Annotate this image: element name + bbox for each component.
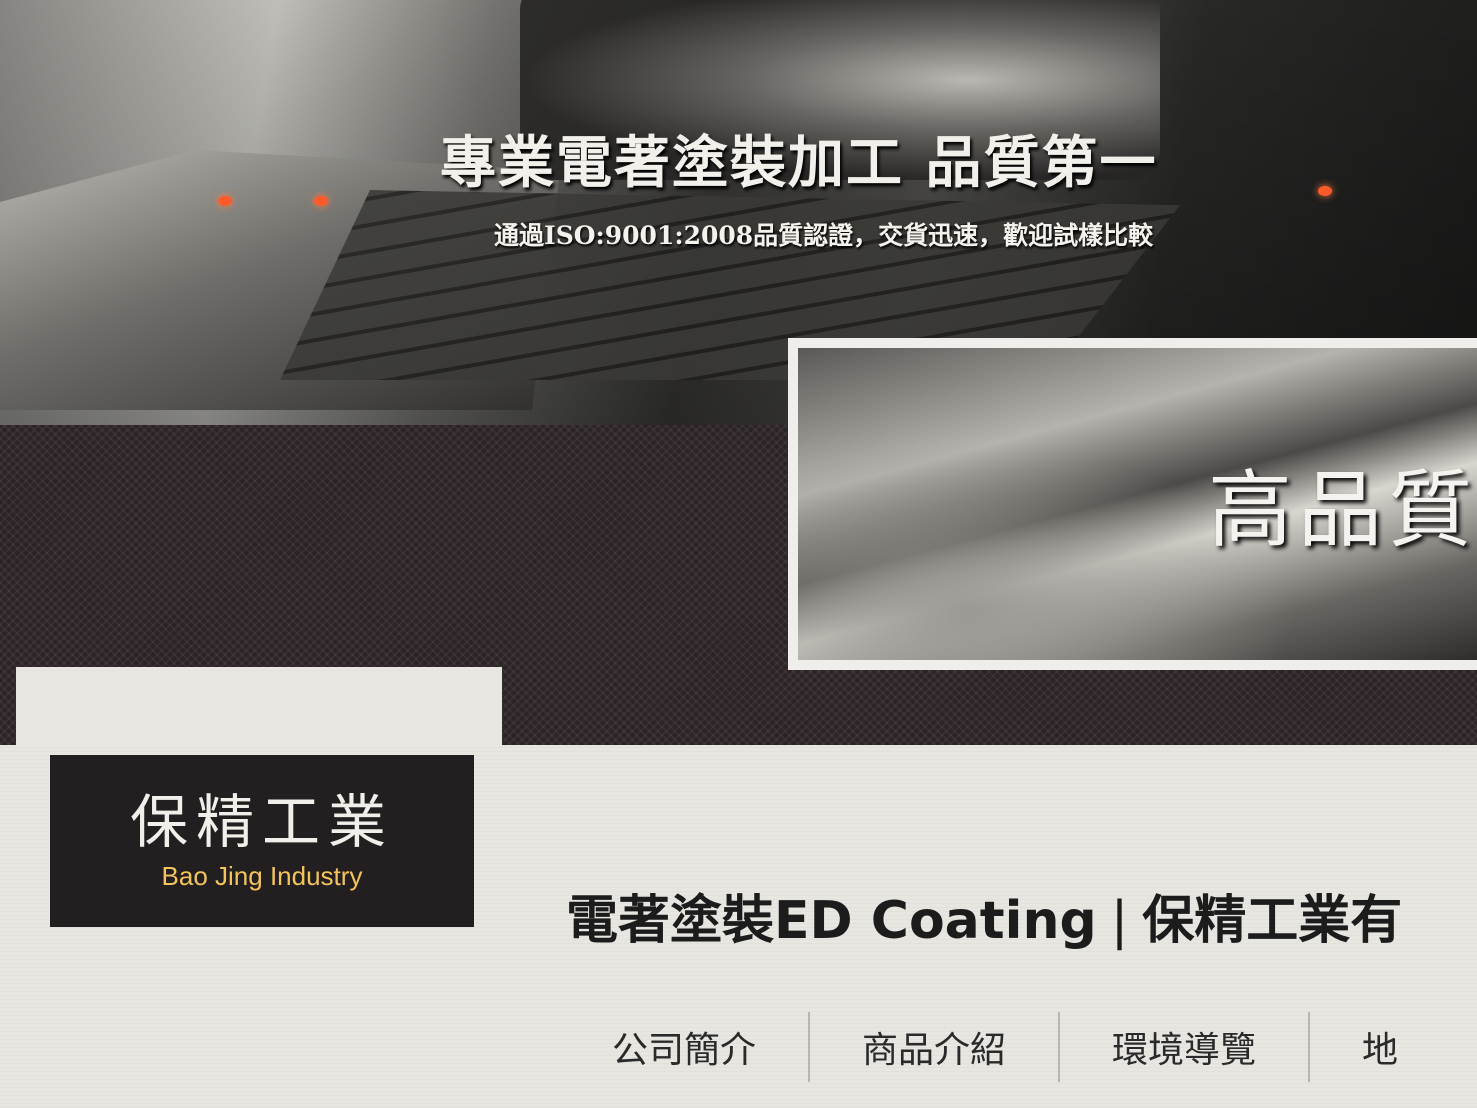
inset-photo: 高品質 — [798, 348, 1477, 660]
inset-text: 高品質 — [1208, 461, 1477, 559]
logo-name-en: Bao Jing Industry — [161, 861, 363, 891]
machine-light-icon — [218, 196, 232, 206]
site-title-company: 保精工業有 — [1142, 891, 1403, 951]
site-title: 電著塗裝ED Coating | 保精工業有 — [566, 878, 1402, 953]
inset-banner: 高品質 — [788, 338, 1477, 670]
machine-light-icon — [1318, 186, 1332, 196]
logo-tab — [16, 667, 502, 747]
nav-item-products[interactable]: 商品介紹 — [810, 1012, 1061, 1082]
main-nav: 公司簡介 商品介紹 環境導覽 地 — [560, 1012, 1477, 1082]
site-title-separator: | — [1110, 891, 1129, 951]
nav-item-environment[interactable]: 環境導覽 — [1060, 1012, 1311, 1082]
company-logo[interactable]: 保精工業 Bao Jing Industry — [50, 755, 474, 927]
machine-light-icon — [314, 196, 328, 206]
logo-name-cn: 保精工業 — [129, 788, 394, 856]
hero-subtitle: 通過ISO:9001:2008品質認證，交貨迅速，歡迎試樣比較 — [494, 221, 1154, 250]
nav-item-map[interactable]: 地 — [1310, 1012, 1450, 1082]
site-title-main: 電著塗裝ED Coating — [566, 891, 1097, 951]
hero-title: 專業電著塗裝加工 品質第一 — [440, 130, 1158, 196]
nav-item-about[interactable]: 公司簡介 — [560, 1012, 811, 1082]
